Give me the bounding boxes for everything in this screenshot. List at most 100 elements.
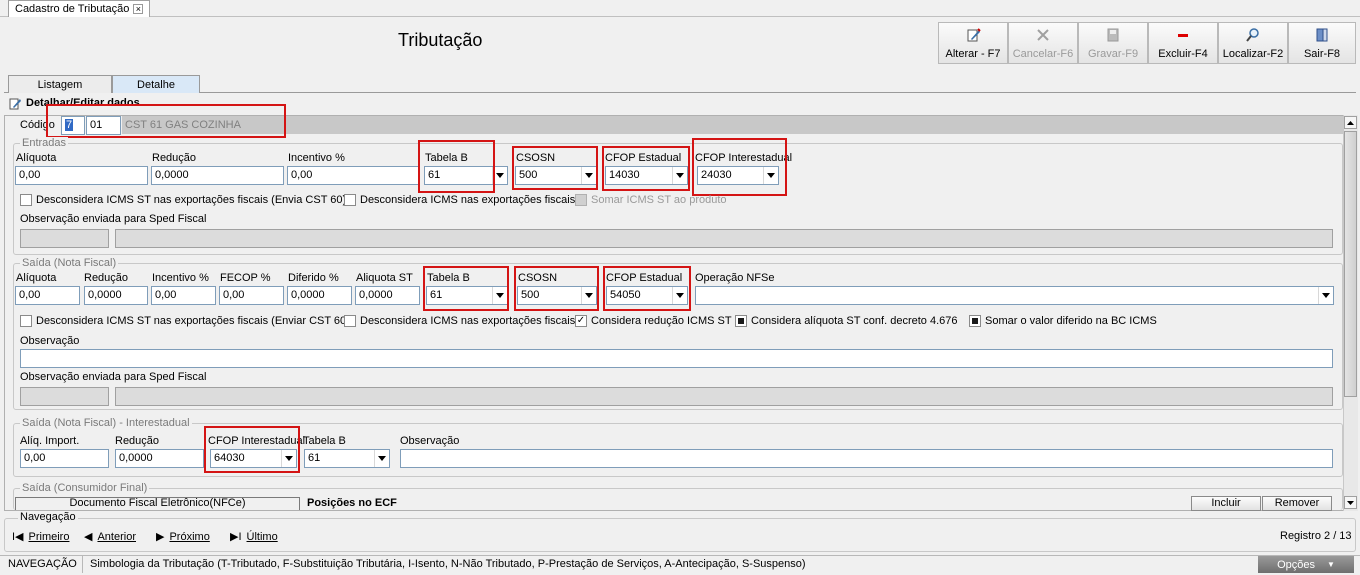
- opcoes-button[interactable]: Opções ▼: [1258, 556, 1354, 573]
- scroll-thumb[interactable]: [1344, 131, 1357, 397]
- saida-incentivo-input[interactable]: 0,00: [151, 286, 216, 305]
- tab-listagem[interactable]: Listagem: [8, 75, 112, 93]
- interestadual-tabela-b-select[interactable]: 61: [304, 449, 390, 468]
- save-button[interactable]: Gravar-F9: [1078, 22, 1148, 64]
- page-title: Tributação: [398, 30, 483, 50]
- saida-aliquota-st-label: Aliquota ST: [356, 272, 413, 284]
- entradas-cfop-estadual-label: CFOP Estadual: [605, 152, 682, 164]
- scroll-down-icon[interactable]: [1344, 496, 1357, 509]
- entradas-cfop-estadual-select[interactable]: 14030: [605, 166, 688, 185]
- close-icon[interactable]: ×: [133, 4, 144, 14]
- entradas-reducao-input[interactable]: 0,0000: [151, 166, 284, 185]
- search-icon: [1245, 27, 1261, 46]
- chevron-down-icon[interactable]: [581, 287, 596, 304]
- entradas-chk-desconsidera-st[interactable]: Desconsidera ICMS ST nas exportações fis…: [20, 194, 346, 206]
- chevron-down-icon[interactable]: [1318, 287, 1333, 304]
- chevron-down-icon[interactable]: [492, 287, 507, 304]
- consumidor-title: Saída (Consumidor Final): [20, 482, 150, 494]
- nfce-tab[interactable]: Documento Fiscal Eletrônico(NFCe): [15, 497, 300, 510]
- saida-tabela-b-select[interactable]: 61: [426, 286, 508, 305]
- entradas-obs-sped-code[interactable]: [20, 229, 109, 248]
- saida-cfop-estadual-label: CFOP Estadual: [606, 272, 683, 284]
- saida-chk-somar-diferido[interactable]: Somar o valor diferido na BC ICMS: [969, 315, 1157, 327]
- chevron-down-icon[interactable]: [581, 167, 596, 184]
- remover-button[interactable]: Remover: [1262, 496, 1332, 511]
- codigo-field[interactable]: 7: [61, 116, 85, 135]
- search-button[interactable]: Localizar-F2: [1218, 22, 1288, 64]
- exit-door-icon: [1314, 27, 1330, 46]
- saida-csosn-select[interactable]: 500: [517, 286, 597, 305]
- chevron-down-icon[interactable]: [672, 287, 687, 304]
- next-icon: ▶: [156, 531, 165, 543]
- chevron-down-icon[interactable]: [281, 450, 296, 467]
- entradas-chk-somar-icms-st[interactable]: Somar ICMS ST ao produto: [575, 194, 727, 206]
- interestadual-reducao-input[interactable]: 0,0000: [115, 449, 204, 468]
- interestadual-cfop-select[interactable]: 64030: [210, 449, 297, 468]
- check-icon: ✓: [575, 315, 587, 327]
- scroll-up-icon[interactable]: [1344, 116, 1357, 129]
- window-tab[interactable]: Cadastro de Tributação ×: [8, 0, 151, 17]
- saida-chk-considera-reducao[interactable]: ✓ Considera redução ICMS ST: [575, 315, 732, 327]
- saida-aliquota-label: Alíquota: [16, 272, 57, 284]
- entradas-tabela-b-select[interactable]: 61: [424, 166, 508, 185]
- cancel-icon: [1035, 27, 1051, 46]
- entradas-incentivo-input[interactable]: 0,00: [287, 166, 420, 185]
- saida-incentivo-label: Incentivo %: [152, 272, 209, 284]
- saida-fecop-input[interactable]: 0,00: [219, 286, 284, 305]
- tab-strip-line: [4, 92, 1356, 93]
- saida-operacao-nfse-select[interactable]: [695, 286, 1334, 305]
- saida-reducao-input[interactable]: 0,0000: [84, 286, 148, 305]
- entradas-cfop-interestadual-label: CFOP Interestadual: [695, 152, 793, 164]
- next-button[interactable]: ▶ Próximo: [156, 530, 210, 544]
- entradas-cfop-interestadual-select[interactable]: 24030: [697, 166, 779, 185]
- save-icon: [1105, 27, 1121, 46]
- saida-obs-sped-code[interactable]: [20, 387, 109, 406]
- interestadual-tabela-b-label: Tabela B: [303, 435, 346, 447]
- last-button[interactable]: ▶I Último: [230, 530, 278, 544]
- entradas-csosn-label: CSOSN: [516, 152, 556, 164]
- interestadual-obs-input[interactable]: [400, 449, 1333, 468]
- entradas-title: Entradas: [20, 137, 69, 149]
- interestadual-aliq-import-input[interactable]: 0,00: [20, 449, 109, 468]
- edit-button[interactable]: Alterar - F7: [938, 22, 1008, 64]
- saida-diferido-input[interactable]: 0,0000: [287, 286, 352, 305]
- incluir-button[interactable]: Incluir: [1191, 496, 1261, 511]
- chevron-down-icon[interactable]: [374, 450, 389, 467]
- saida-aliquota-st-input[interactable]: 0,0000: [355, 286, 420, 305]
- codigo-cst-field[interactable]: 01: [86, 116, 121, 135]
- saida-chk-desconsidera-icms[interactable]: Desconsidera ICMS nas exportações fiscai…: [344, 315, 575, 327]
- first-button[interactable]: I◀ Primeiro: [12, 530, 69, 544]
- saida-cfop-estadual-select[interactable]: 54050: [606, 286, 688, 305]
- chevron-down-icon[interactable]: [672, 167, 687, 184]
- saida-aliquota-input[interactable]: 0,00: [15, 286, 80, 305]
- codigo-description: CST 61 GAS COZINHA: [125, 119, 241, 131]
- chevron-down-icon[interactable]: [763, 167, 778, 184]
- interestadual-obs-label: Observação: [400, 435, 460, 447]
- first-icon: I◀: [12, 531, 24, 543]
- entradas-csosn-select[interactable]: 500: [515, 166, 597, 185]
- exit-button[interactable]: Sair-F8: [1288, 22, 1356, 64]
- entradas-chk-desconsidera-icms[interactable]: Desconsidera ICMS nas exportações fiscai…: [344, 194, 575, 206]
- saida-operacao-nfse-label: Operação NFSe: [695, 272, 775, 284]
- entradas-reducao-label: Redução: [152, 152, 197, 164]
- saida-fecop-label: FECOP %: [220, 272, 271, 284]
- interestadual-cfop-label: CFOP Interestadual: [208, 435, 306, 447]
- saida-obs-sped-text[interactable]: [115, 387, 1333, 406]
- cancel-button[interactable]: Cancelar-F6: [1008, 22, 1078, 64]
- entradas-aliquota-label: Alíquota: [16, 152, 57, 164]
- chevron-down-icon[interactable]: [492, 167, 507, 184]
- tab-detalhe[interactable]: Detalhe: [112, 75, 200, 93]
- entradas-obs-sped-text[interactable]: [115, 229, 1333, 248]
- window-tabstrip: [0, 0, 1360, 17]
- saida-chk-desconsidera-st[interactable]: Desconsidera ICMS ST nas exportações fis…: [20, 315, 350, 327]
- saida-obs-sped-label: Observação enviada para Sped Fiscal: [20, 371, 207, 383]
- saida-chk-considera-aliquota-st[interactable]: Considera alíquota ST conf. decreto 4.67…: [735, 315, 958, 327]
- previous-button[interactable]: ◀ Anterior: [84, 530, 136, 544]
- navigation-title: Navegação: [18, 511, 78, 523]
- delete-button[interactable]: Excluir-F4: [1148, 22, 1218, 64]
- saida-obs-input[interactable]: [20, 349, 1333, 368]
- entradas-obs-sped-label: Observação enviada para Sped Fiscal: [20, 213, 207, 225]
- entradas-tabela-b-label: Tabela B: [425, 152, 468, 164]
- entradas-incentivo-label: Incentivo %: [288, 152, 345, 164]
- entradas-aliquota-input[interactable]: 0,00: [15, 166, 148, 185]
